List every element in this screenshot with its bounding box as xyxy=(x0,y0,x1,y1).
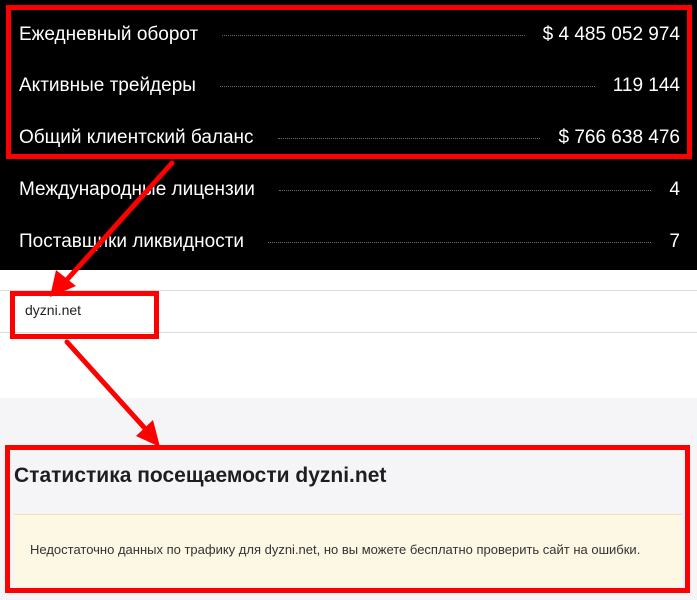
url-bar[interactable]: dyzni.net xyxy=(0,290,697,333)
traffic-notice: Недостаточно данных по трафику для dyzni… xyxy=(14,514,682,586)
traffic-notice-text: Недостаточно данных по трафику для dyzni… xyxy=(30,542,641,557)
stat-row-daily-turnover: Ежедневный оборот $ 4 485 052 974 xyxy=(19,20,680,50)
stat-row-licenses: Международные лицензии 4 xyxy=(19,175,680,205)
stat-row-liquidity-providers: Поставщики ликвидности 7 xyxy=(19,227,680,257)
dotted-leader xyxy=(222,34,525,36)
dotted-leader xyxy=(219,85,595,87)
stat-value: $ 766 638 476 xyxy=(558,127,680,148)
stat-row-active-traders: Активные трейдеры 119 144 xyxy=(19,71,680,101)
stat-label: Международные лицензии xyxy=(19,179,255,200)
stat-value: 7 xyxy=(669,231,680,252)
stat-value: 119 144 xyxy=(612,75,680,96)
stat-label: Активные трейдеры xyxy=(19,75,196,96)
stat-row-client-balance: Общий клиентский баланс $ 766 638 476 xyxy=(19,123,680,153)
stat-value: $ 4 485 052 974 xyxy=(542,24,680,45)
stat-label: Ежедневный оборот xyxy=(19,24,199,45)
url-domain: dyzni.net xyxy=(25,302,82,318)
stat-label: Общий клиентский баланс xyxy=(19,127,254,148)
dotted-leader xyxy=(277,137,541,139)
stat-value: 4 xyxy=(669,179,680,200)
dotted-leader xyxy=(268,241,652,243)
stat-label: Поставщики ликвидности xyxy=(19,231,245,252)
stats-panel: Ежедневный оборот $ 4 485 052 974 Активн… xyxy=(0,0,697,270)
dotted-leader xyxy=(278,189,652,191)
traffic-title: Статистика посещаемости dyzni.net xyxy=(14,464,387,487)
